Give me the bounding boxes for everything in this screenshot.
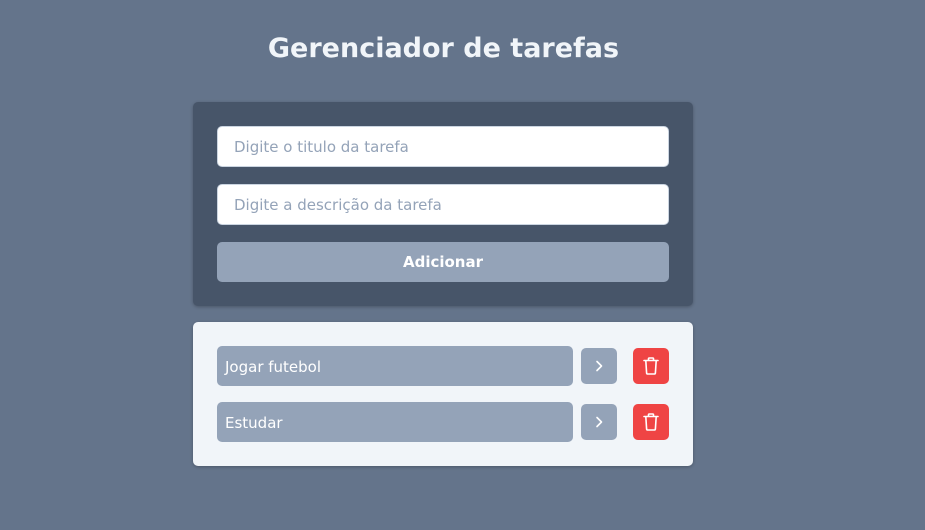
add-task-button[interactable]: Adicionar [217, 242, 669, 282]
task-list: Jogar futebol Estudar [193, 322, 693, 466]
task-details-button[interactable] [581, 404, 617, 440]
page-title: Gerenciador de tarefas [267, 33, 620, 64]
task-delete-button[interactable] [633, 404, 669, 440]
trash-icon [642, 356, 660, 376]
task-item: Jogar futebol [217, 346, 669, 386]
task-title-input[interactable] [217, 126, 669, 167]
task-item: Estudar [217, 402, 669, 442]
task-delete-button[interactable] [633, 348, 669, 384]
app-page: Gerenciador de tarefas Adicionar Jogar f… [0, 0, 925, 530]
add-task-form: Adicionar [193, 102, 693, 306]
task-title-button[interactable]: Estudar [217, 402, 573, 442]
task-title-button[interactable]: Jogar futebol [217, 346, 573, 386]
task-description-input[interactable] [217, 184, 669, 225]
task-details-button[interactable] [581, 348, 617, 384]
chevron-right-icon [591, 358, 607, 374]
trash-icon [642, 412, 660, 432]
chevron-right-icon [591, 414, 607, 430]
